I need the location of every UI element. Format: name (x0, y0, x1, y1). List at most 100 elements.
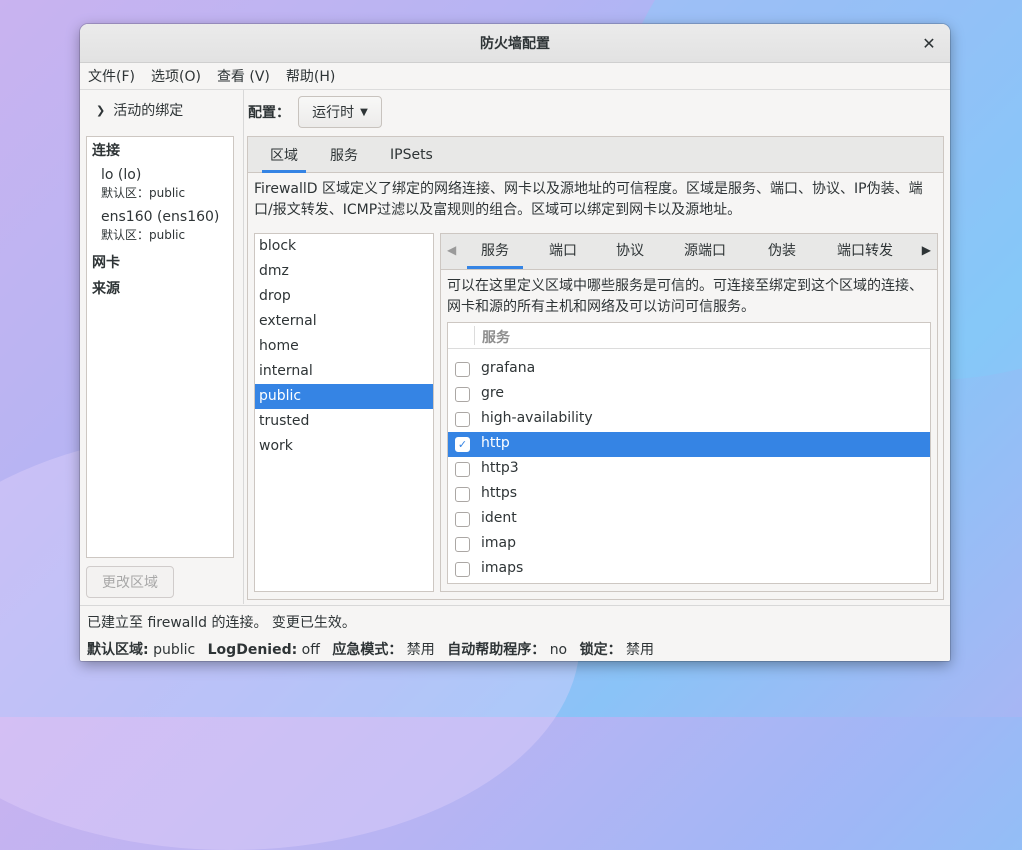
connection-ens160-zone: 默认区：public (101, 228, 186, 242)
tab-zone-masquerade[interactable]: 伪装 (768, 234, 796, 268)
service-name: gre (481, 385, 504, 401)
services-list: 服务 grafana gre high-availability ✓ http h… (447, 322, 931, 584)
service-checkbox[interactable] (455, 412, 470, 427)
tab-ipsets[interactable]: IPSets (378, 138, 445, 172)
service-checkbox[interactable] (455, 537, 470, 552)
menu-file[interactable]: 文件(F) (88, 66, 135, 86)
lockdown-value: 禁用 (626, 642, 655, 658)
close-icon[interactable]: ✕ (918, 32, 940, 54)
service-name: imap (481, 535, 516, 551)
chevron-down-icon: ❯ (96, 103, 106, 117)
zone-settings-tabs: ◀ 服务 端口 协议 源端口 伪装 端口转发 ▶ (441, 234, 937, 270)
main-notebook: 区域 服务 IPSets FirewallD 区域定义了绑定的网络连接、网卡以及… (247, 136, 944, 600)
automatic-helpers-value: no (549, 642, 568, 658)
change-zone-button[interactable]: 更改区域 (86, 566, 174, 598)
active-bindings-label: 活动的绑定 (113, 103, 184, 119)
active-bindings-toggle[interactable]: ❯ 活动的绑定 (96, 100, 183, 120)
tab-zone-ports[interactable]: 端口 (549, 234, 577, 268)
firewall-window: 防火墙配置 ✕ 文件(F) 选项(O) 查看 (V) 帮助(H) ❯ 活动的绑定… (80, 24, 950, 661)
service-row[interactable]: grafana (448, 357, 930, 382)
connection-lo-zone: 默认区：public (101, 186, 186, 200)
tab-services[interactable]: 服务 (318, 138, 370, 172)
connections-heading[interactable]: 连接 (87, 141, 233, 166)
zone-item[interactable]: external (255, 309, 433, 334)
service-name: grafana (481, 360, 536, 376)
services-description: 可以在这里定义区域中哪些服务是可信的。可连接至绑定到这个区域的连接、网卡和源的所… (447, 278, 923, 315)
main-tabs: 区域 服务 IPSets (248, 137, 943, 173)
connection-lo[interactable]: lo (lo) (87, 166, 233, 184)
zone-item[interactable]: internal (255, 359, 433, 384)
connection-ens160[interactable]: ens160 (ens160) (87, 208, 233, 226)
interfaces-heading[interactable]: 网卡 (87, 250, 233, 276)
status-bar: 已建立至 firewalld 的连接。 变更已生效。 默认区域: public … (80, 605, 950, 661)
service-name: https (481, 485, 518, 501)
service-name: imaps (481, 560, 524, 576)
service-checkbox[interactable] (455, 562, 470, 577)
default-zone-value: public (153, 642, 196, 658)
zone-item[interactable]: home (255, 334, 433, 359)
service-checkbox[interactable] (455, 512, 470, 527)
service-row-selected[interactable]: ✓ http (448, 432, 930, 457)
menu-view[interactable]: 查看 (V) (217, 66, 270, 86)
configuration-row: 配置： 运行时 ▼ (248, 96, 382, 128)
menu-help[interactable]: 帮助(H) (286, 66, 335, 86)
zone-item[interactable]: dmz (255, 259, 433, 284)
tab-zone-services[interactable]: 服务 (467, 234, 523, 269)
main-panel: 配置： 运行时 ▼ 区域 服务 IPSets FirewallD 区域定义了绑定… (244, 90, 950, 604)
zone-item[interactable]: work (255, 434, 433, 459)
configuration-value: 运行时 (312, 105, 355, 121)
configuration-label: 配置： (248, 105, 290, 121)
service-name: http (481, 435, 510, 451)
sources-heading[interactable]: 来源 (87, 276, 233, 302)
tab-zone-protocols[interactable]: 协议 (616, 234, 644, 268)
service-name: ident (481, 510, 517, 526)
service-checkbox-checked[interactable]: ✓ (455, 437, 470, 452)
zone-item[interactable]: trusted (255, 409, 433, 434)
tab-zone-port-forwarding[interactable]: 端口转发 (837, 234, 893, 268)
service-name: high-availability (481, 410, 593, 426)
automatic-helpers-label: 自动帮助程序： (447, 642, 546, 658)
service-checkbox[interactable] (455, 362, 470, 377)
service-checkbox[interactable] (455, 487, 470, 502)
zone-list: block dmz drop external home internal pu… (254, 233, 434, 592)
scroll-left-icon[interactable]: ◀ (447, 243, 456, 257)
service-row[interactable]: https (448, 482, 930, 507)
zone-item-selected[interactable]: public (255, 384, 433, 409)
zone-item[interactable]: block (255, 234, 433, 259)
panic-mode-label: 应急模式： (332, 642, 403, 658)
log-denied-value: off (301, 642, 320, 658)
status-details: 默认区域: public LogDenied: off 应急模式： 禁用 自动帮… (87, 639, 662, 659)
default-zone-label: 默认区域: (87, 642, 149, 658)
zone-item[interactable]: drop (255, 284, 433, 309)
zone-description: FirewallD 区域定义了绑定的网络连接、网卡以及源地址的可信程度。区域是服… (254, 181, 923, 218)
window-title: 防火墙配置 (480, 36, 550, 52)
service-row[interactable]: gre (448, 382, 930, 407)
lockdown-label: 锁定： (579, 642, 622, 658)
log-denied-label: LogDenied: (207, 642, 298, 658)
service-checkbox[interactable] (455, 462, 470, 477)
column-separator (474, 326, 475, 345)
list-item-partial (448, 349, 930, 357)
dropdown-arrow-icon: ▼ (360, 106, 368, 118)
service-row[interactable]: imap (448, 532, 930, 557)
service-row[interactable]: ident (448, 507, 930, 532)
service-row[interactable]: high-availability (448, 407, 930, 432)
connection-status: 已建立至 firewalld 的连接。 变更已生效。 (87, 615, 356, 631)
services-column-header[interactable]: 服务 (482, 327, 510, 347)
bindings-list: 连接 lo (lo) 默认区：public ens160 (ens160) 默认… (86, 136, 234, 558)
zone-settings-notebook: ◀ 服务 端口 协议 源端口 伪装 端口转发 ▶ 可以在这里定义区域中哪些服务是… (440, 233, 938, 592)
services-list-header: 服务 (448, 323, 930, 349)
service-checkbox[interactable] (455, 387, 470, 402)
scroll-right-icon[interactable]: ▶ (922, 243, 931, 257)
service-row[interactable]: imaps (448, 557, 930, 582)
menu-bar: 文件(F) 选项(O) 查看 (V) 帮助(H) (80, 63, 950, 90)
menu-options[interactable]: 选项(O) (151, 66, 201, 86)
service-name: http3 (481, 460, 519, 476)
configuration-dropdown[interactable]: 运行时 ▼ (298, 96, 382, 128)
panic-mode-value: 禁用 (406, 642, 435, 658)
bindings-sidebar: ❯ 活动的绑定 连接 lo (lo) 默认区：public ens160 (en… (80, 90, 244, 604)
tab-zone-source-ports[interactable]: 源端口 (684, 234, 726, 268)
tab-zones[interactable]: 区域 (258, 138, 310, 173)
title-bar[interactable]: 防火墙配置 ✕ (80, 24, 950, 63)
service-row[interactable]: http3 (448, 457, 930, 482)
